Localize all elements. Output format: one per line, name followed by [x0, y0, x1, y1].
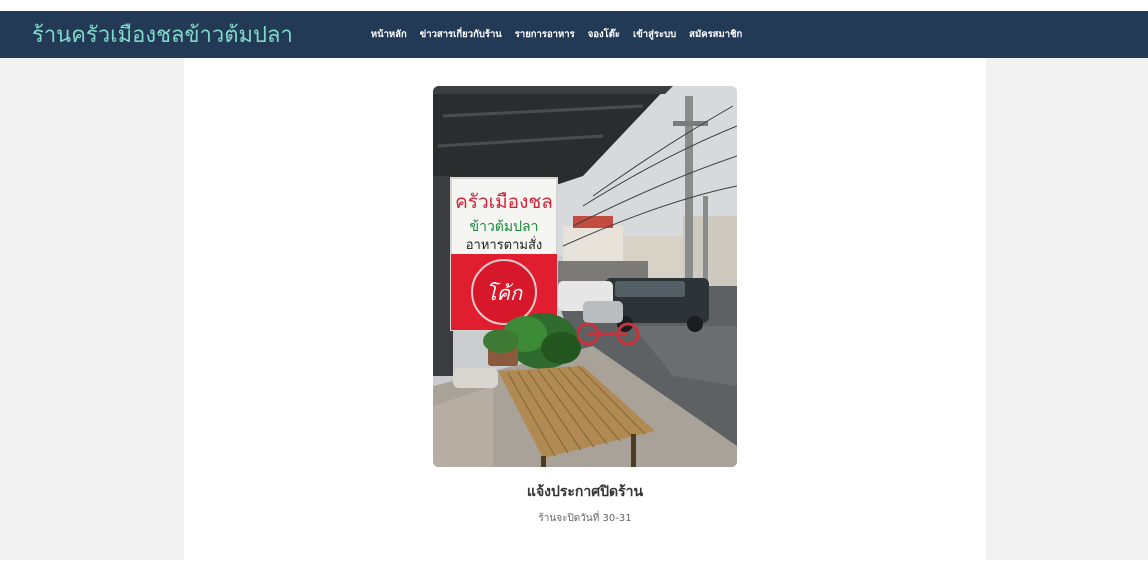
- nav-item-login[interactable]: เข้าสู่ระบบ: [633, 27, 676, 42]
- main-content: ครัวเมืองชล ข้าวต้มปลา อาหารตามสั่ง โค้ก: [184, 58, 986, 563]
- post-photo: ครัวเมืองชล ข้าวต้มปลา อาหารตามสั่ง โค้ก: [433, 86, 737, 467]
- sign-text-line3: อาหารตามสั่ง: [466, 236, 543, 253]
- post-title: แจ้งประกาศปิดร้าน: [526, 484, 644, 500]
- post-subtitle: ร้านจะปิดวันที่ 30-31: [538, 513, 632, 524]
- page: ร้านครัวเมืองชลข้าวต้มปลา หน้าหลัก ข่าวส…: [0, 0, 1148, 563]
- navbar: ร้านครัวเมืองชลข้าวต้มปลา หน้าหลัก ข่าวส…: [0, 11, 1148, 58]
- nav-item-menu[interactable]: รายการอาหาร: [515, 27, 575, 42]
- top-strip: [0, 0, 1148, 11]
- main-menu: หน้าหลัก ข่าวสารเกี่ยวกับร้าน รายการอาหา…: [371, 27, 742, 42]
- nav-item-news[interactable]: ข่าวสารเกี่ยวกับร้าน: [420, 27, 502, 42]
- site-brand-link[interactable]: ร้านครัวเมืองชลข้าวต้มปลา: [32, 17, 293, 52]
- nav-item-register[interactable]: สมัครสมาชิก: [689, 27, 742, 42]
- sign-text-line1: ครัวเมืองชล: [455, 191, 553, 213]
- sign-logo-text: โค้ก: [486, 281, 523, 305]
- nav-item-reserve[interactable]: จองโต๊ะ: [588, 27, 620, 42]
- nav-item-home[interactable]: หน้าหลัก: [371, 27, 407, 42]
- sign-text-line2: ข้าวต้มปลา: [470, 219, 539, 235]
